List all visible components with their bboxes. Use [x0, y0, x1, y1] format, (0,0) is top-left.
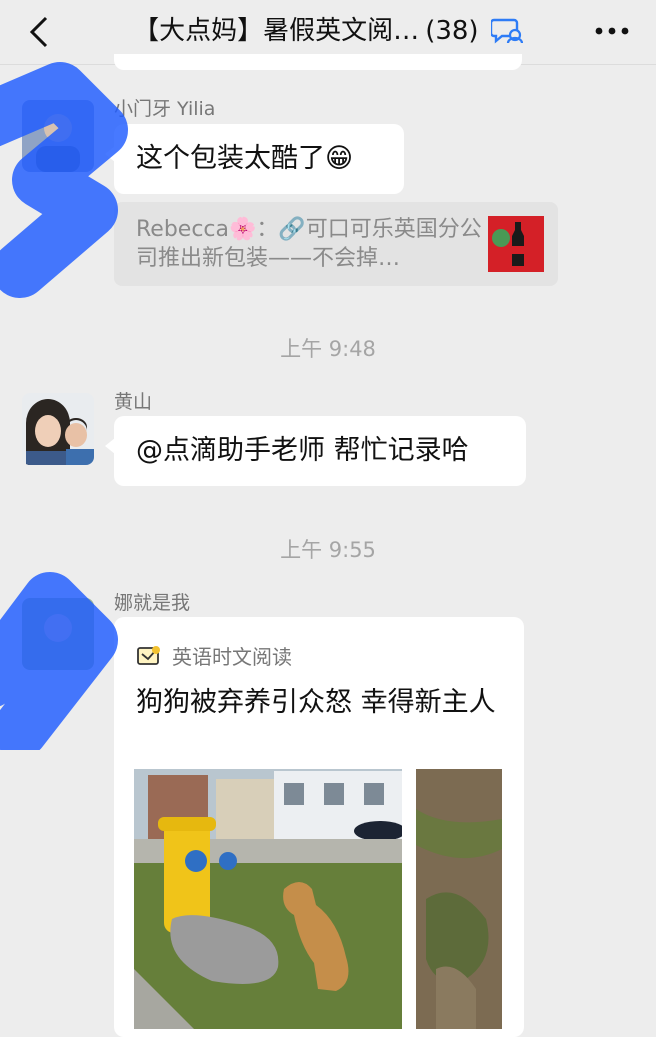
- card-source: 英语时文阅读: [136, 641, 292, 670]
- quoted-message[interactable]: Rebecca🌸：🔗可口可乐英国分公司推出新包装——不会掉…: [114, 202, 558, 286]
- article-source-icon: [137, 646, 160, 665]
- avatar[interactable]: [22, 393, 94, 465]
- group-chat-icon: [490, 18, 523, 44]
- dog-photo[interactable]: [134, 769, 402, 1029]
- message-bubble[interactable]: @点滴助手老师 帮忙记录哈: [105, 416, 526, 486]
- sender-name: 小门牙 Yilia: [114, 98, 216, 120]
- previous-message-bubble[interactable]: [114, 54, 522, 70]
- card-source-label: 英语时文阅读: [172, 645, 292, 669]
- dog-photo-2[interactable]: [416, 769, 502, 1029]
- quote-text: Rebecca🌸：🔗可口可乐英国分公司推出新包装——不会掉…: [136, 217, 482, 271]
- ellipsis-icon[interactable]: [594, 24, 630, 38]
- message-text: 这个包装太酷了😁: [136, 143, 354, 174]
- avatar[interactable]: [22, 100, 94, 172]
- sender-name: 娜就是我: [114, 592, 191, 614]
- member-count: (38): [425, 16, 479, 46]
- avatar[interactable]: [22, 598, 94, 670]
- coca-cola-thumbnail: [488, 216, 544, 272]
- timestamp: 上午 9:48: [280, 337, 376, 361]
- card-title: 狗狗被弃养引众怒 幸得新主人: [136, 687, 496, 718]
- article-card[interactable]: 英语时文阅读 狗狗被弃养引众怒 幸得新主人: [114, 617, 524, 1037]
- timestamp: 上午 9:55: [280, 538, 376, 562]
- group-name: 【大点妈】暑假英文阅…: [133, 16, 420, 46]
- chat-title: 【大点妈】暑假英文阅… (38): [0, 14, 656, 48]
- message-text: @点滴助手老师 帮忙记录哈: [136, 435, 469, 466]
- message-bubble[interactable]: 这个包装太酷了😁: [105, 124, 404, 194]
- sender-name: 黄山: [114, 391, 153, 413]
